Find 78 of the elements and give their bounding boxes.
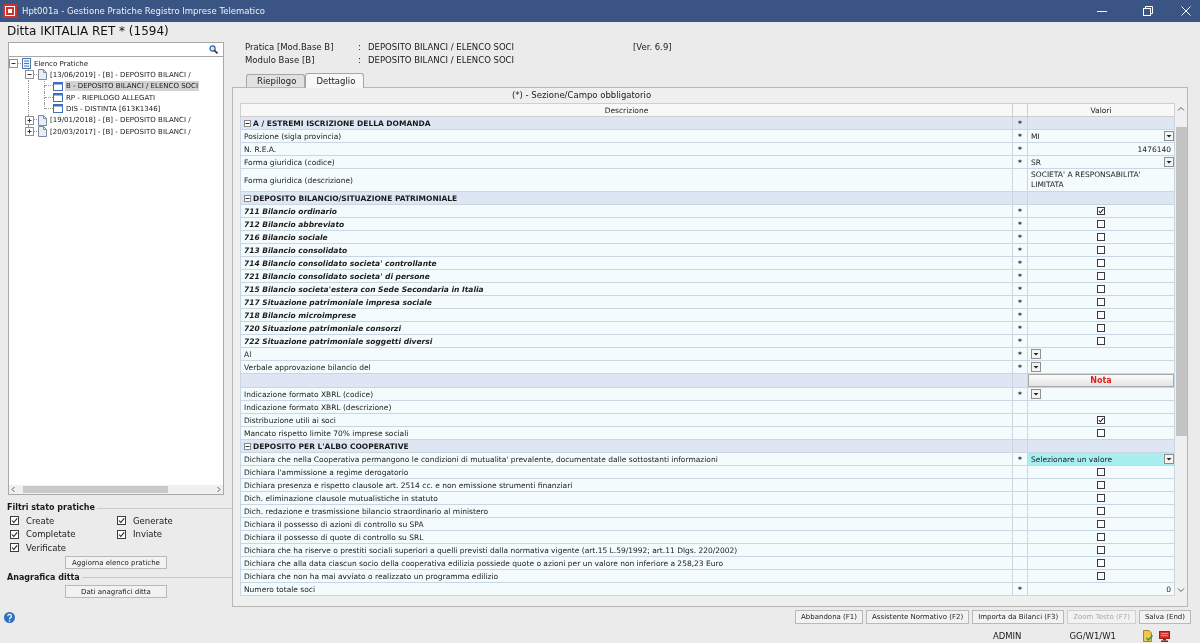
- window-icon: [53, 103, 63, 115]
- search-icon[interactable]: [209, 45, 218, 54]
- scrollbar-thumb[interactable]: [23, 486, 168, 493]
- checkbox[interactable]: [1097, 507, 1105, 515]
- scrollbar-thumb[interactable]: [1175, 127, 1187, 436]
- window-title: Hpt001a - Gestione Pratiche Registro Imprese Telematico: [22, 5, 266, 17]
- expand-icon[interactable]: [25, 115, 34, 125]
- checkbox[interactable]: [1097, 272, 1105, 280]
- checkbox[interactable]: [1097, 416, 1105, 424]
- checkbox[interactable]: [1097, 533, 1105, 541]
- checkbox[interactable]: [1097, 520, 1105, 528]
- tab[interactable]: Dettaglio: [305, 73, 365, 88]
- checkbox[interactable]: [1097, 246, 1105, 254]
- checkbox[interactable]: [117, 516, 126, 526]
- collapse-icon[interactable]: [244, 442, 251, 450]
- caret-icon: [1031, 349, 1041, 359]
- user-name: ADMIN: [992, 630, 1022, 642]
- checkbox[interactable]: [1097, 337, 1105, 345]
- restore-icon[interactable]: [1143, 6, 1153, 16]
- search-field[interactable]: [8, 42, 224, 57]
- monitor-icon[interactable]: [1159, 630, 1170, 642]
- checkbox-label: Generate: [133, 515, 173, 526]
- collapse-icon[interactable]: [9, 59, 18, 68]
- list-icon: [21, 58, 31, 70]
- tab[interactable]: Riepilogo: [246, 74, 306, 87]
- checkbox[interactable]: [1097, 259, 1105, 267]
- checkbox-label: Inviate: [133, 529, 163, 540]
- expand-icon[interactable]: [25, 126, 34, 136]
- caret-icon: [1164, 454, 1174, 464]
- checkbox[interactable]: [1097, 494, 1105, 502]
- collapse-icon[interactable]: [244, 194, 251, 202]
- practice-value: DEPOSITO BILANCI / ELENCO SOCI: [368, 54, 516, 67]
- group-title: Filtri stato pratiche: [7, 503, 95, 513]
- checkbox[interactable]: [1097, 207, 1105, 215]
- document-icon: [37, 69, 47, 81]
- caret-icon: [1031, 362, 1041, 372]
- app-logo-icon: [3, 4, 17, 18]
- label-separator: :: [358, 54, 362, 67]
- checkbox[interactable]: [1097, 233, 1105, 241]
- checkbox[interactable]: [1097, 468, 1105, 476]
- legend-text: (*) - Sezione/Campo obbligatorio: [511, 89, 653, 102]
- checkbox[interactable]: [1097, 572, 1105, 580]
- checkbox[interactable]: [10, 529, 19, 539]
- help-icon[interactable]: [4, 612, 15, 623]
- horizontal-scrollbar[interactable]: [9, 485, 223, 494]
- checkbox[interactable]: [10, 543, 19, 553]
- checkbox[interactable]: [1097, 298, 1105, 306]
- version-label: [Ver. 6.9]: [633, 41, 672, 54]
- document-icon: [37, 126, 47, 138]
- checkbox[interactable]: [10, 516, 19, 526]
- window-icon: [53, 80, 63, 92]
- note-header: Nota: [1028, 374, 1174, 387]
- close-icon[interactable]: [1181, 6, 1191, 16]
- checkbox[interactable]: [1097, 546, 1105, 554]
- checkbox-label: Verificate: [26, 542, 67, 553]
- collapse-icon[interactable]: [25, 70, 34, 80]
- checkbox[interactable]: [1097, 285, 1105, 293]
- checkbox[interactable]: [1097, 220, 1105, 228]
- checkbox[interactable]: [1097, 324, 1105, 332]
- checkbox-label: Completate: [26, 529, 76, 540]
- checkbox[interactable]: [1097, 559, 1105, 567]
- caret-icon: [1031, 389, 1041, 399]
- checkbox-label: Create: [26, 515, 55, 526]
- practice-label: Pratica [Mod.Base B]: [245, 41, 335, 54]
- company-title: Ditta IKITALIA RET * (1594): [6, 23, 170, 40]
- label-separator: :: [358, 41, 362, 54]
- practice-value: DEPOSITO BILANCI / ELENCO SOCI: [368, 41, 516, 54]
- checkbox[interactable]: [1097, 311, 1105, 319]
- checkbox[interactable]: [1097, 429, 1105, 437]
- group-title: Anagrafica ditta: [7, 572, 80, 583]
- practice-label: Modulo Base [B]: [245, 54, 316, 67]
- window-icon: [53, 92, 63, 104]
- collapse-icon[interactable]: [244, 119, 251, 127]
- checkbox[interactable]: [1097, 481, 1105, 489]
- workstation-id: GG/W1/W1: [1069, 630, 1116, 642]
- document-check-icon[interactable]: [1143, 630, 1153, 642]
- checkbox[interactable]: [117, 529, 126, 539]
- document-icon: [37, 114, 47, 126]
